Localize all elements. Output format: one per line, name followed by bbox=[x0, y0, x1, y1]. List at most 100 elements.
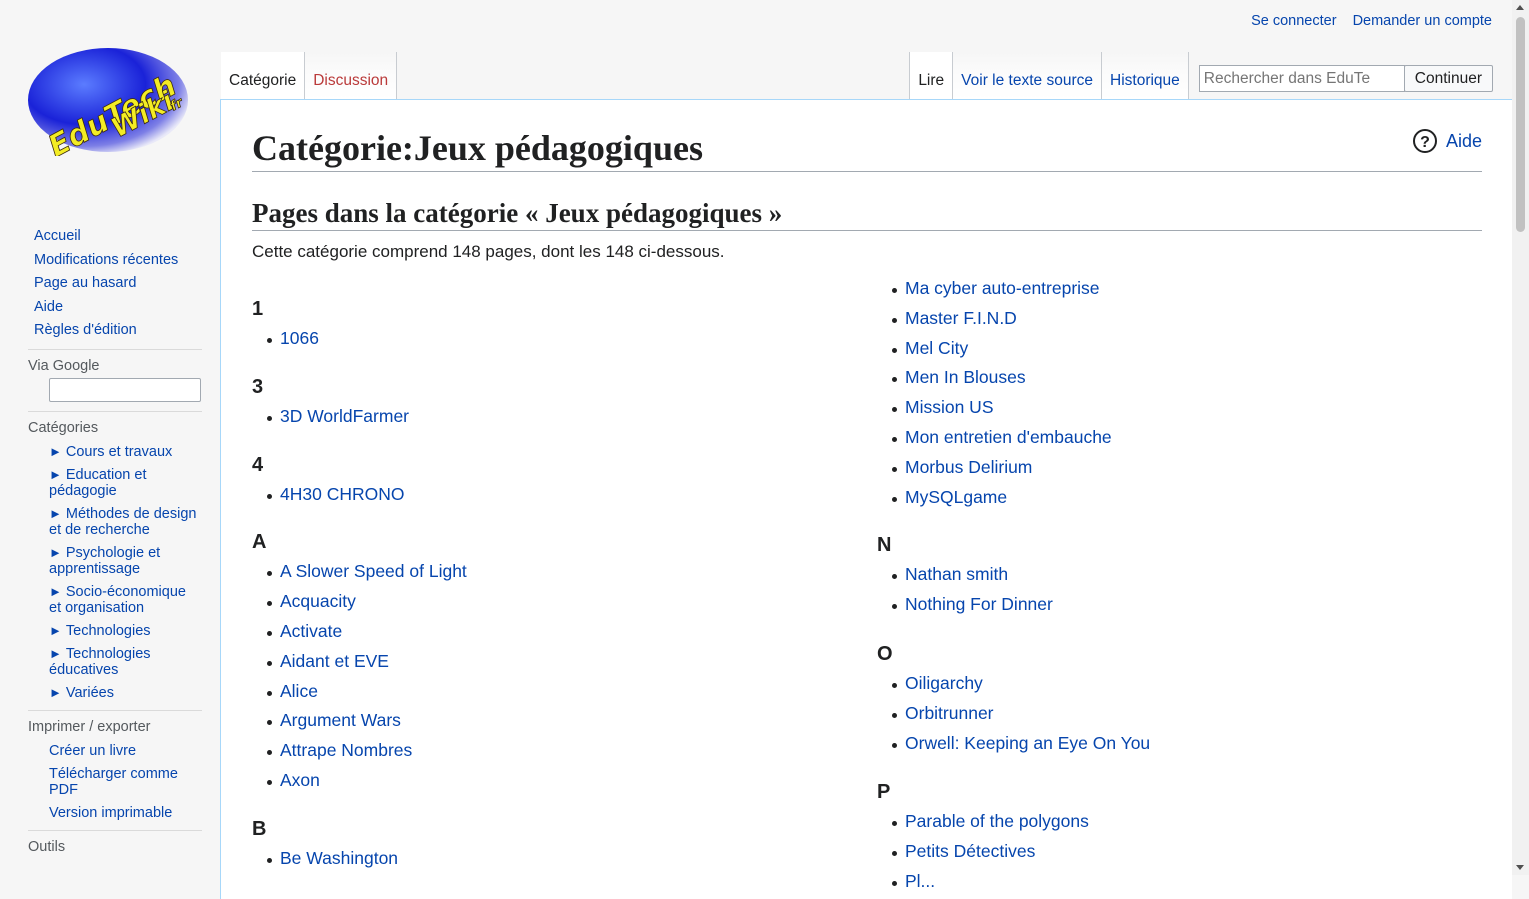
print-export-heading: Imprimer / exporter bbox=[28, 718, 151, 735]
list-item[interactable]: Attrape Nombres bbox=[252, 736, 467, 766]
printable-version-link[interactable]: Version imprimable bbox=[0, 805, 220, 821]
list-item[interactable]: Orbitrunner bbox=[877, 699, 1150, 729]
list-item[interactable]: 4H30 CHRONO bbox=[252, 480, 467, 510]
list-item[interactable]: Nothing For Dinner bbox=[877, 590, 1150, 620]
list-item[interactable]: Parable of the polygons bbox=[877, 807, 1150, 837]
category-item[interactable]: ► Cours et travaux bbox=[0, 444, 220, 460]
list-item[interactable]: 1066 bbox=[252, 324, 467, 354]
tab-view-source[interactable]: Voir le texte source bbox=[953, 52, 1102, 100]
tab-discussion[interactable]: Discussion bbox=[305, 52, 398, 100]
list-item[interactable]: Mel City bbox=[877, 334, 1150, 364]
divider bbox=[28, 348, 202, 350]
sidebar-item-accueil[interactable]: Accueil bbox=[34, 225, 220, 249]
list-item[interactable]: Men In Blouses bbox=[877, 363, 1150, 393]
page-list: Ma cyber auto-entreprise Master F.I.N.D … bbox=[877, 274, 1150, 512]
help-icon[interactable]: ? bbox=[1412, 128, 1438, 154]
list-item[interactable]: Argument Wars bbox=[252, 706, 467, 736]
search-continue-button[interactable]: Continuer bbox=[1403, 65, 1493, 92]
page-list: Nathan smith Nothing For Dinner bbox=[877, 560, 1150, 620]
page-list: 4H30 CHRONO bbox=[252, 480, 467, 510]
list-item[interactable]: Oiligarchy bbox=[877, 669, 1150, 699]
google-heading: Via Google bbox=[28, 357, 100, 374]
tab-category[interactable]: Catégorie bbox=[221, 52, 306, 100]
scrollbar-thumb[interactable] bbox=[1516, 17, 1525, 232]
group-letter: O bbox=[877, 642, 893, 665]
page-list: Parable of the polygons Petits Détective… bbox=[877, 807, 1150, 896]
expand-triangle-icon[interactable]: ► bbox=[49, 685, 62, 700]
namespace-tabs: Catégorie Discussion bbox=[221, 52, 398, 100]
list-item[interactable]: Master F.I.N.D bbox=[877, 304, 1150, 334]
sidebar: Accueil Modifications récentes Page au h… bbox=[0, 225, 220, 857]
category-column-2: Ma cyber auto-entreprise Master F.I.N.D … bbox=[877, 276, 1150, 897]
expand-triangle-icon[interactable]: ► bbox=[49, 545, 62, 560]
list-item[interactable]: Aidant et EVE bbox=[252, 647, 467, 677]
list-item[interactable]: A Slower Speed of Light bbox=[252, 557, 467, 587]
list-item[interactable]: Be Washington bbox=[252, 844, 467, 874]
scroll-down-arrow-icon[interactable] bbox=[1516, 865, 1524, 870]
category-item[interactable]: ► Technologies éducatives bbox=[0, 646, 220, 678]
svg-text:?: ? bbox=[1420, 134, 1430, 151]
vertical-scrollbar[interactable] bbox=[1512, 0, 1529, 875]
google-search-input[interactable] bbox=[49, 377, 201, 402]
list-item[interactable]: Acquacity bbox=[252, 587, 467, 617]
sidebar-item-recent-changes[interactable]: Modifications récentes bbox=[34, 249, 220, 273]
create-account-link[interactable]: Demander un compte bbox=[1353, 13, 1492, 29]
view-tabs: Lire Voir le texte source Historique Con… bbox=[909, 52, 1493, 100]
list-item[interactable]: Morbus Delirium bbox=[877, 453, 1150, 483]
expand-triangle-icon[interactable]: ► bbox=[49, 506, 62, 521]
section-heading: Pages dans la catégorie « Jeux pédagogiq… bbox=[252, 196, 1482, 231]
list-item[interactable]: Activate bbox=[252, 617, 467, 647]
expand-triangle-icon[interactable]: ► bbox=[49, 623, 62, 638]
category-item[interactable]: ► Méthodes de design et de recherche bbox=[0, 506, 220, 538]
divider bbox=[28, 410, 202, 412]
group-letter: 1 bbox=[252, 298, 264, 320]
sidebar-item-help[interactable]: Aide bbox=[34, 296, 220, 320]
page-list: A Slower Speed of Light Acquacity Activa… bbox=[252, 557, 467, 795]
list-item[interactable]: Nathan smith bbox=[877, 560, 1150, 590]
help-label[interactable]: Aide bbox=[1446, 131, 1482, 152]
page-list: Oiligarchy Orbitrunner Orwell: Keeping a… bbox=[877, 669, 1150, 758]
group-letter: 3 bbox=[252, 375, 264, 398]
list-item[interactable]: Orwell: Keeping an Eye On You bbox=[877, 729, 1150, 759]
tab-history[interactable]: Historique bbox=[1102, 52, 1189, 100]
list-item[interactable]: Petits Détectives bbox=[877, 837, 1150, 867]
list-item[interactable]: Ma cyber auto-entreprise bbox=[877, 274, 1150, 304]
list-item[interactable]: 3D WorldFarmer bbox=[252, 402, 467, 432]
list-item[interactable]: MySQLgame bbox=[877, 483, 1150, 513]
search-input[interactable] bbox=[1198, 65, 1405, 92]
category-item[interactable]: ► Technologies bbox=[0, 623, 220, 639]
create-book-link[interactable]: Créer un livre bbox=[0, 743, 220, 759]
list-item[interactable]: Alice bbox=[252, 677, 467, 707]
group-letter: P bbox=[877, 781, 891, 804]
sidebar-item-edit-rules[interactable]: Règles d'édition bbox=[34, 319, 220, 343]
login-link[interactable]: Se connecter bbox=[1251, 13, 1336, 29]
page-list: Be Washington bbox=[252, 844, 467, 874]
search-form: Continuer bbox=[1198, 52, 1493, 100]
scroll-up-arrow-icon[interactable] bbox=[1516, 5, 1524, 10]
expand-triangle-icon[interactable]: ► bbox=[49, 444, 62, 459]
category-item[interactable]: ► Education et pédagogie bbox=[0, 467, 220, 499]
expand-triangle-icon[interactable]: ► bbox=[49, 646, 62, 661]
list-item[interactable]: Mon entretien d'embauche bbox=[877, 423, 1150, 453]
list-item[interactable]: Mission US bbox=[877, 393, 1150, 423]
group-letter: A bbox=[252, 531, 267, 554]
expand-triangle-icon[interactable]: ► bbox=[49, 584, 62, 599]
site-logo[interactable]: EduTech Wiki fr bbox=[28, 44, 194, 165]
category-column-1: 1 1066 3 3D WorldFarmer 4 4H30 CHRONO A … bbox=[252, 276, 467, 874]
list-item[interactable]: Axon bbox=[252, 766, 467, 796]
list-item[interactable]: Pl... bbox=[877, 867, 1150, 897]
group-letter: N bbox=[877, 534, 892, 557]
divider bbox=[28, 709, 202, 711]
category-item[interactable]: ► Variées bbox=[0, 685, 220, 701]
help-link[interactable]: ? Aide bbox=[1412, 128, 1482, 154]
expand-triangle-icon[interactable]: ► bbox=[49, 467, 62, 482]
group-letter: B bbox=[252, 817, 267, 840]
category-item[interactable]: ► Socio-économique et organisation bbox=[0, 584, 220, 616]
sidebar-item-random-page[interactable]: Page au hasard bbox=[34, 272, 220, 296]
category-item[interactable]: ► Psychologie et apprentissage bbox=[0, 545, 220, 577]
download-pdf-link[interactable]: Télécharger comme PDF bbox=[0, 766, 220, 798]
tools-heading: Outils bbox=[28, 838, 66, 855]
group-letter: 4 bbox=[252, 453, 264, 476]
tab-read[interactable]: Lire bbox=[909, 52, 954, 100]
category-summary: Cette catégorie comprend 148 pages, dont… bbox=[252, 242, 725, 261]
